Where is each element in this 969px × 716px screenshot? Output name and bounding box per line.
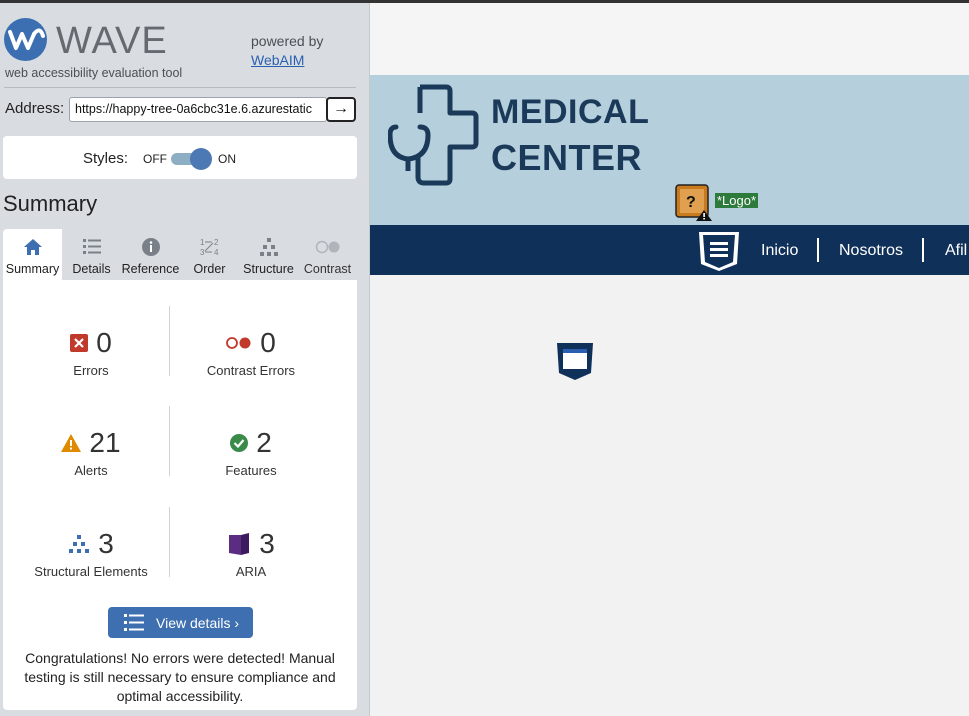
aria-navigation-icon[interactable]	[697, 228, 741, 272]
styles-toggle[interactable]	[169, 148, 212, 170]
home-icon	[3, 237, 62, 257]
evaluated-page: MEDICAL CENTER ? *Logo* Inicio Nosotros …	[370, 3, 969, 716]
tab-contrast[interactable]: Contrast	[298, 229, 357, 280]
order-icon: 1234	[180, 237, 239, 257]
alerts-count: 21	[89, 427, 121, 458]
feature-check-icon	[230, 434, 249, 452]
contrast-errors-label: Contrast Errors	[206, 363, 296, 378]
tab-bar: Summary Details Reference 1234 Order Str…	[3, 229, 357, 280]
tab-reference[interactable]: Reference	[121, 229, 180, 280]
svg-text:?: ?	[686, 194, 696, 211]
tab-order[interactable]: 1234 Order	[180, 229, 239, 280]
styles-label: Styles:	[83, 150, 129, 167]
svg-text:4: 4	[214, 248, 219, 257]
brand-line-1: MEDICAL	[491, 93, 650, 131]
wave-subtitle: web accessibility evaluation tool	[5, 66, 183, 80]
styles-on-label: ON	[218, 152, 236, 166]
tab-label: Summary	[5, 262, 60, 276]
wave-title: WAVE	[56, 20, 168, 62]
go-arrow-button[interactable]: →	[326, 97, 356, 122]
tab-label: Structure	[243, 262, 294, 276]
list-icon	[124, 614, 144, 631]
divider	[4, 87, 356, 88]
view-details-label: View details ›	[156, 615, 240, 631]
list-icon	[62, 237, 121, 257]
address-label: Address:	[5, 100, 65, 117]
alert-icon	[61, 434, 82, 452]
errors-count: 0	[96, 327, 112, 358]
stat-divider	[169, 507, 170, 577]
errors-label: Errors	[73, 363, 109, 378]
congrats-message: Congratulations! No errors were detected…	[24, 650, 336, 704]
stethoscope-cross-logo	[388, 84, 479, 186]
styles-box: Styles: OFF ON	[3, 136, 357, 179]
alt-warning-flag-icon[interactable]: ?	[675, 184, 713, 222]
svg-text:1: 1	[200, 238, 205, 247]
info-icon	[121, 237, 180, 257]
nav-item-inicio[interactable]: Inicio	[761, 242, 798, 260]
nav-separator	[817, 238, 819, 262]
structural-label: Structural Elements	[34, 564, 148, 579]
nav-item-afil[interactable]: Afil	[945, 242, 967, 260]
tab-label: Order	[193, 262, 226, 276]
nav-item-nosotros[interactable]: Nosotros	[839, 242, 903, 260]
toggle-knob	[190, 148, 212, 170]
tab-label: Contrast	[303, 262, 352, 276]
tab-label: Reference	[121, 262, 180, 276]
tab-label: Details	[72, 262, 111, 276]
structure-icon	[239, 237, 298, 257]
structural-count: 3	[98, 528, 114, 559]
summary-panel: Summary Details Reference 1234 Order Str…	[3, 229, 357, 710]
stat-divider	[169, 306, 170, 376]
tab-details[interactable]: Details	[62, 229, 121, 280]
nav-separator	[922, 238, 924, 262]
svg-text:3: 3	[200, 248, 205, 257]
contrast-errors-count: 0	[260, 327, 276, 358]
page-top-area	[370, 3, 969, 75]
contrast-icon	[298, 237, 357, 257]
wave-sidebar: WAVE web accessibility evaluation tool p…	[0, 3, 370, 716]
address-input[interactable]: https://happy-tree-0a6cbc31e.6.azurestat…	[69, 97, 327, 122]
error-icon	[70, 334, 89, 352]
site-header: MEDICAL CENTER	[370, 75, 969, 225]
view-details-button[interactable]: View details ›	[108, 607, 253, 638]
svg-text:2: 2	[214, 238, 219, 247]
aria-label: ARIA	[235, 564, 267, 579]
brand-line-2: CENTER	[491, 137, 643, 178]
wave-logo-icon	[4, 18, 47, 61]
webaim-link[interactable]: WebAIM	[251, 52, 304, 68]
summary-heading: Summary	[3, 191, 98, 216]
logo-alt-tag: *Logo*	[715, 193, 759, 208]
powered-by-text: powered by	[251, 33, 324, 49]
aria-region-icon[interactable]	[556, 341, 594, 381]
aria-icon	[229, 533, 250, 555]
styles-off-label: OFF	[143, 152, 167, 166]
site-brand: MEDICAL CENTER	[491, 89, 649, 181]
tab-structure[interactable]: Structure	[239, 229, 298, 280]
structure-icon	[69, 535, 90, 553]
alerts-label: Alerts	[74, 463, 108, 478]
features-label: Features	[225, 463, 277, 478]
contrast-error-icon	[226, 337, 251, 349]
features-count: 2	[256, 427, 272, 458]
tab-summary[interactable]: Summary	[3, 229, 62, 280]
stat-divider	[169, 406, 170, 476]
aria-count: 3	[259, 528, 275, 559]
site-nav: Inicio Nosotros Afil	[370, 225, 969, 275]
